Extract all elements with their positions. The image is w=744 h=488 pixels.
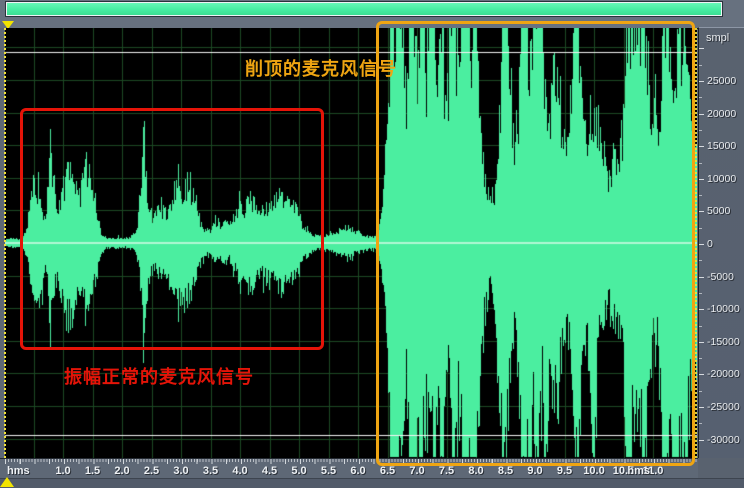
amplitude-tick [699, 374, 704, 375]
amplitude-tick-label: 10000 [707, 173, 736, 185]
clipped-region-annotation-rect [376, 21, 695, 466]
time-tick-label: 3.5 [203, 465, 218, 477]
time-unit-label-right: hms [627, 465, 650, 477]
amplitude-tick [699, 391, 702, 392]
time-tick-label: 7.0 [409, 465, 424, 477]
amplitude-tick [699, 293, 702, 294]
time-tick-label: 10.0 [583, 465, 604, 477]
time-tick-label: 3.0 [173, 465, 188, 477]
amplitude-tick [699, 228, 702, 229]
amplitude-tick [699, 326, 702, 327]
amplitude-tick [699, 81, 704, 82]
time-tick-label: 8.5 [498, 465, 513, 477]
time-tick-label: 6.0 [350, 465, 365, 477]
bottom-status-strip [0, 478, 744, 488]
amplitude-tick [699, 179, 704, 180]
amplitude-tick [699, 309, 704, 310]
amplitude-tick [699, 195, 702, 196]
amplitude-tick [699, 277, 704, 278]
amplitude-tick [699, 97, 702, 98]
amplitude-tick [699, 423, 702, 424]
selection-boundary-right-line[interactable] [695, 28, 697, 458]
amplitude-tick-label: -15000 [707, 336, 740, 348]
time-tick-label: 8.0 [468, 465, 483, 477]
time-tick-label: 9.0 [527, 465, 542, 477]
time-tick-label: 2.5 [144, 465, 159, 477]
time-tick-label: 5.5 [321, 465, 336, 477]
overview-scrollbar-thumb[interactable] [6, 2, 722, 16]
amplitude-tick [699, 65, 702, 66]
amplitude-tick-label: -25000 [707, 401, 740, 413]
amplitude-tick-label: 0 [707, 238, 713, 250]
amplitude-tick-label: -20000 [707, 368, 740, 380]
time-tick-label: 5.0 [291, 465, 306, 477]
clipped-region-annotation-label: 削顶的麦克风信号 [245, 55, 397, 81]
selection-boundary-left-line[interactable] [4, 28, 6, 458]
amplitude-axis[interactable]: smpl 25000 20000 15000 10000 5000 0 -5000 -1000… [698, 27, 744, 478]
bottom-right-corner [698, 458, 744, 478]
time-tick-label: 1.5 [85, 465, 100, 477]
amplitude-tick [699, 163, 702, 164]
amplitude-tick-label: -10000 [707, 303, 740, 315]
time-tick-label: 1.0 [55, 465, 70, 477]
amplitude-tick [699, 260, 702, 261]
normal-region-annotation-label: 振幅正常的麦克风信号 [64, 363, 254, 389]
amplitude-tick [699, 114, 704, 115]
amplitude-tick [699, 211, 704, 212]
time-tick-label: 4.0 [232, 465, 247, 477]
time-tick-label: 4.5 [262, 465, 277, 477]
time-tick-label: 9.5 [557, 465, 572, 477]
amplitude-tick [699, 342, 704, 343]
normal-region-annotation-rect [20, 108, 324, 350]
amplitude-tick [699, 48, 704, 49]
time-unit-label-left: hms [7, 465, 30, 477]
amplitude-tick [699, 440, 704, 441]
amplitude-tick-label: -5000 [707, 271, 734, 283]
amplitude-tick-label: -30000 [707, 434, 740, 446]
amplitude-tick [699, 130, 702, 131]
amplitude-unit-label: smpl [706, 32, 729, 44]
selection-start-marker-bottom-icon[interactable] [0, 477, 14, 487]
amplitude-tick-label: 20000 [707, 108, 736, 120]
amplitude-tick [699, 244, 704, 245]
amplitude-tick [699, 358, 702, 359]
time-tick-label: 6.5 [380, 465, 395, 477]
amplitude-tick [699, 407, 704, 408]
amplitude-tick [699, 146, 704, 147]
time-tick-label: 2.0 [114, 465, 129, 477]
audio-editor-window: smpl 25000 20000 15000 10000 5000 0 -5000 -1000… [0, 0, 744, 488]
time-tick-label: 7.5 [439, 465, 454, 477]
amplitude-tick-label: 5000 [707, 205, 730, 217]
amplitude-tick-label: 25000 [707, 75, 736, 87]
amplitude-tick-label: 15000 [707, 140, 736, 152]
